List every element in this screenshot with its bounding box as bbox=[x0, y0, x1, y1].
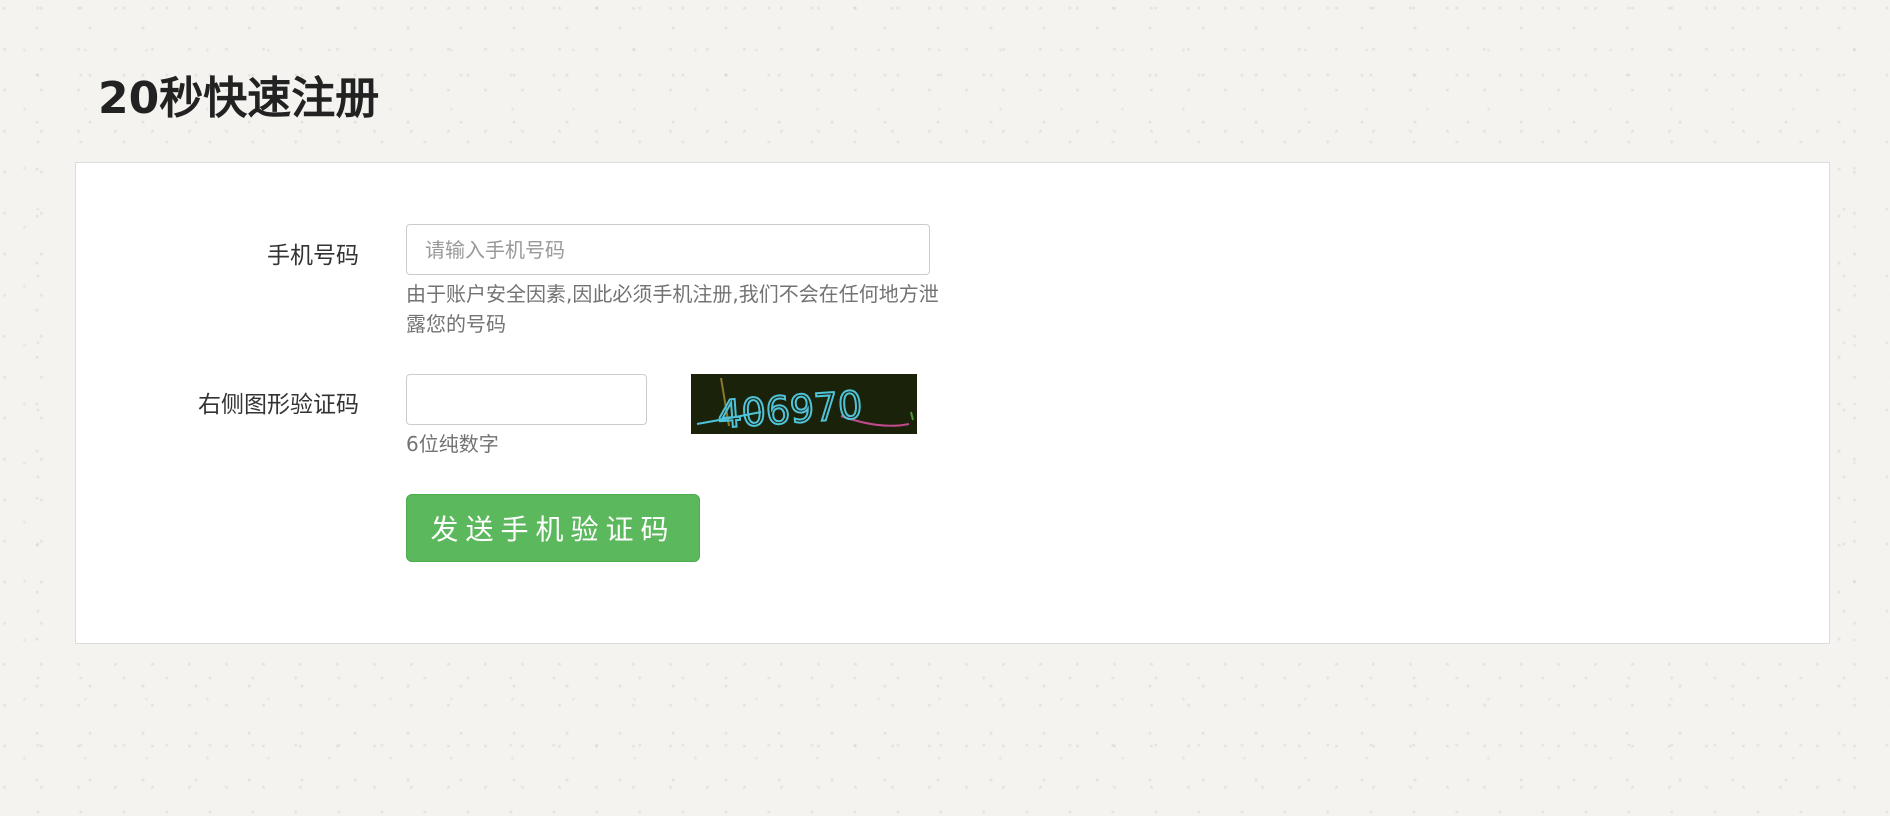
captcha-input[interactable] bbox=[406, 374, 647, 425]
phone-help-text: 由于账户安全因素,因此必须手机注册,我们不会在任何地方泄露您的号码 bbox=[406, 282, 939, 336]
send-sms-code-button[interactable]: 发送手机验证码 bbox=[406, 494, 700, 562]
registration-form: 手机号码 由于账户安全因素,因此必须手机注册,我们不会在任何地方泄露您的号码 右… bbox=[75, 162, 1830, 644]
page-title: 20秒快速注册 bbox=[98, 73, 380, 124]
captcha-image[interactable]: 406970 bbox=[691, 374, 917, 434]
phone-label: 手机号码 bbox=[267, 243, 359, 269]
captcha-help-text: 6位纯数字 bbox=[406, 432, 499, 456]
phone-input[interactable] bbox=[406, 224, 930, 275]
captcha-label: 右侧图形验证码 bbox=[198, 392, 359, 418]
captcha-code-text: 406970 bbox=[716, 383, 864, 434]
